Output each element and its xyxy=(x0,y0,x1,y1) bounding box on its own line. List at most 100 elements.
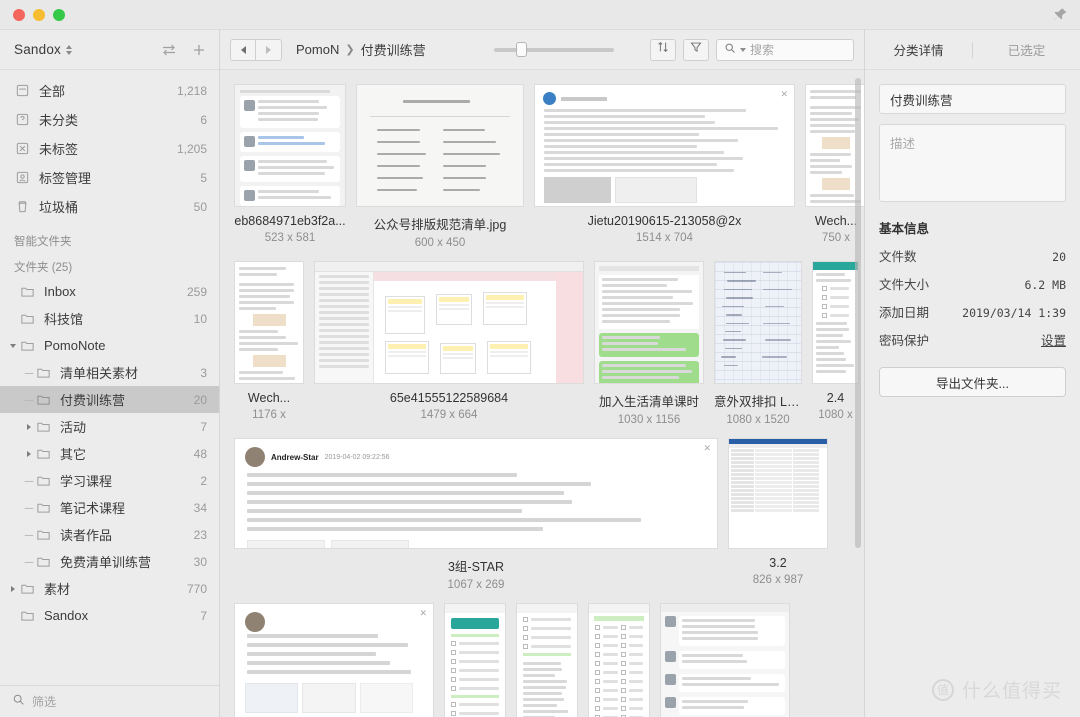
close-icon[interactable]: ✕ xyxy=(419,608,427,619)
trash-icon xyxy=(14,199,30,215)
sidebar-item-label: 未分类 xyxy=(39,110,192,129)
thumbnail-dimensions: 1030 x 1156 xyxy=(618,414,680,426)
tree-branch-line: ─ xyxy=(22,394,36,406)
thumbnail-image[interactable] xyxy=(728,438,828,549)
thumbnail-image[interactable] xyxy=(516,603,578,717)
password-set-link[interactable]: 设置 xyxy=(1041,330,1066,349)
thumbnail-image[interactable]: ✕ xyxy=(234,603,434,717)
folder-item[interactable]: ─ 免费清单训练营 30 xyxy=(0,548,219,575)
maximize-button[interactable] xyxy=(53,9,65,21)
sidebar-header: Sandox xyxy=(0,30,219,70)
tab-selected[interactable]: 已选定 xyxy=(973,40,1080,59)
smart-list: 全部 1,218 未分类 6 未标签 1,205 标签管理 5 垃圾桶 50 xyxy=(0,76,219,221)
thumbnail-item[interactable]: eb8684971eb3f2a... 523 x 581 xyxy=(234,84,346,244)
thumbnail-image[interactable]: ✕ Andrew-Star 2019-04-02 09:22:56 xyxy=(234,438,718,549)
slider-knob[interactable] xyxy=(516,42,527,57)
folder-item[interactable]: ─ 学习课程 2 xyxy=(0,467,219,494)
thumbnail-item[interactable] xyxy=(660,603,790,717)
thumbnail-image[interactable] xyxy=(594,261,704,384)
window-controls[interactable] xyxy=(0,9,65,21)
thumbnail-item[interactable] xyxy=(588,603,650,717)
folder-label: 付费训练营 xyxy=(60,390,186,409)
twisty-closed-icon[interactable] xyxy=(6,586,20,592)
thumbnail-item[interactable]: 2.4 1080 x xyxy=(812,261,859,421)
sidebar-item-untagged[interactable]: 未标签 1,205 xyxy=(0,134,219,163)
thumbnail-image[interactable] xyxy=(234,84,346,207)
thumbnail-image[interactable] xyxy=(714,261,802,384)
grid-scrollbar[interactable] xyxy=(855,78,861,548)
sort-button[interactable] xyxy=(650,39,676,61)
filter-button[interactable] xyxy=(683,39,709,61)
thumbnail-item[interactable]: ✕ Andrew-Star 2019-04-02 09:22:56 3组-STAR 10… xyxy=(234,438,718,591)
folder-item[interactable]: 活动 7 xyxy=(0,413,219,440)
chevron-down-icon[interactable] xyxy=(740,48,746,52)
sidebar-item-all[interactable]: 全部 1,218 xyxy=(0,76,219,105)
folder-label: 素材 xyxy=(44,579,179,598)
sidebar-filter-bar[interactable]: 筛选 xyxy=(0,685,219,717)
info-row-file-size: 文件大小 6.2 MB xyxy=(879,274,1066,293)
thumbnail-item[interactable]: 公众号排版规范清单.jpg 600 x 450 xyxy=(356,84,524,249)
folder-item[interactable]: Inbox 259 xyxy=(0,278,219,305)
export-folder-button[interactable]: 导出文件夹... xyxy=(879,367,1066,397)
thumbnail-image[interactable] xyxy=(444,603,506,717)
thumbnail-item[interactable]: 意外双排扣 L11... 1080 x 1520 xyxy=(714,261,802,426)
close-button[interactable] xyxy=(13,9,25,21)
tree-branch-line: ─ xyxy=(22,502,36,514)
sidebar-item-tag-manager[interactable]: 标签管理 5 xyxy=(0,163,219,192)
folder-item[interactable]: ─ 读者作品 23 xyxy=(0,521,219,548)
close-icon[interactable]: ✕ xyxy=(780,89,788,100)
twisty-open-icon[interactable] xyxy=(6,344,20,348)
thumbnail-image[interactable] xyxy=(588,603,650,717)
library-stepper-icon[interactable] xyxy=(65,43,74,57)
thumbnail-image[interactable] xyxy=(812,261,859,384)
filter-input-placeholder[interactable]: 筛选 xyxy=(32,693,56,710)
folder-item[interactable]: Sandox 7 xyxy=(0,602,219,629)
twisty-closed-icon[interactable] xyxy=(22,451,36,457)
back-button[interactable] xyxy=(230,39,256,61)
thumbnail-image[interactable] xyxy=(356,84,524,207)
minimize-button[interactable] xyxy=(33,9,45,21)
nav-buttons[interactable] xyxy=(230,39,282,61)
thumbnail-image[interactable] xyxy=(234,261,304,384)
thumbnail-grid: eb8684971eb3f2a... 523 x 581 公众号排版规范清单.jpg… xyxy=(220,70,864,717)
tab-category-details[interactable]: 分类详情 xyxy=(865,40,972,59)
folder-item[interactable]: ─ 笔记术课程 34 xyxy=(0,494,219,521)
plus-icon[interactable] xyxy=(191,42,207,58)
thumbnail-size-slider[interactable] xyxy=(494,42,614,58)
thumbnail-item[interactable]: Wech... 1176 x xyxy=(234,261,304,421)
folder-name-field[interactable]: 付费训练营 xyxy=(879,84,1066,114)
info-value: 20 xyxy=(1052,250,1066,264)
thumbnail-item[interactable] xyxy=(516,603,578,717)
breadcrumb-root[interactable]: PomoN xyxy=(296,42,339,57)
folder-item[interactable]: ─ 付费训练营 20 xyxy=(0,386,219,413)
folder-item[interactable]: 素材 770 xyxy=(0,575,219,602)
thumbnail-image[interactable] xyxy=(660,603,790,717)
sidebar-item-trash[interactable]: 垃圾桶 50 xyxy=(0,192,219,221)
thumbnail-item[interactable]: 加入生活清单课时 1030 x 1156 xyxy=(594,261,704,426)
folder-item[interactable]: 科技馆 10 xyxy=(0,305,219,332)
forward-button[interactable] xyxy=(256,39,282,61)
thumbnail-item[interactable]: 65e41555122589684 1479 x 664 xyxy=(314,261,584,421)
thumbnail-image[interactable] xyxy=(314,261,584,384)
app-window: Sandox 全部 1,218 未分类 6 未标签 1,205 标签管理 5 垃… xyxy=(0,0,1080,717)
folder-item[interactable]: 其它 48 xyxy=(0,440,219,467)
thumbnail-image[interactable]: ✕ xyxy=(534,84,795,207)
thumbnail-item[interactable]: ✕ xyxy=(234,603,434,717)
thumbnail-dimensions: 1479 x 664 xyxy=(421,409,478,421)
thumbnail-item[interactable]: ✕ Jietu20190615-213058@2x 1514 x 704 xyxy=(534,84,795,244)
twisty-closed-icon[interactable] xyxy=(22,424,36,430)
search-input[interactable]: 搜索 xyxy=(716,39,854,61)
thumbnail-item[interactable]: 3.2 826 x 987 xyxy=(728,438,828,586)
close-icon[interactable]: ✕ xyxy=(703,443,711,454)
thumbnail-item[interactable] xyxy=(444,603,506,717)
sidebar-item-uncategorized[interactable]: 未分类 6 xyxy=(0,105,219,134)
folder-icon xyxy=(36,554,52,570)
folder-item[interactable]: PomoNote xyxy=(0,332,219,359)
folder-description-field[interactable]: 描述 xyxy=(879,124,1066,202)
thumbnail-row: ✕ xyxy=(234,603,848,717)
library-selector-label[interactable]: Sandox xyxy=(14,42,61,57)
folder-item[interactable]: ─ 清单相关素材 3 xyxy=(0,359,219,386)
swap-icon[interactable] xyxy=(161,42,177,58)
pin-icon[interactable] xyxy=(1052,7,1068,23)
breadcrumb-current[interactable]: 付费训练营 xyxy=(361,40,426,59)
